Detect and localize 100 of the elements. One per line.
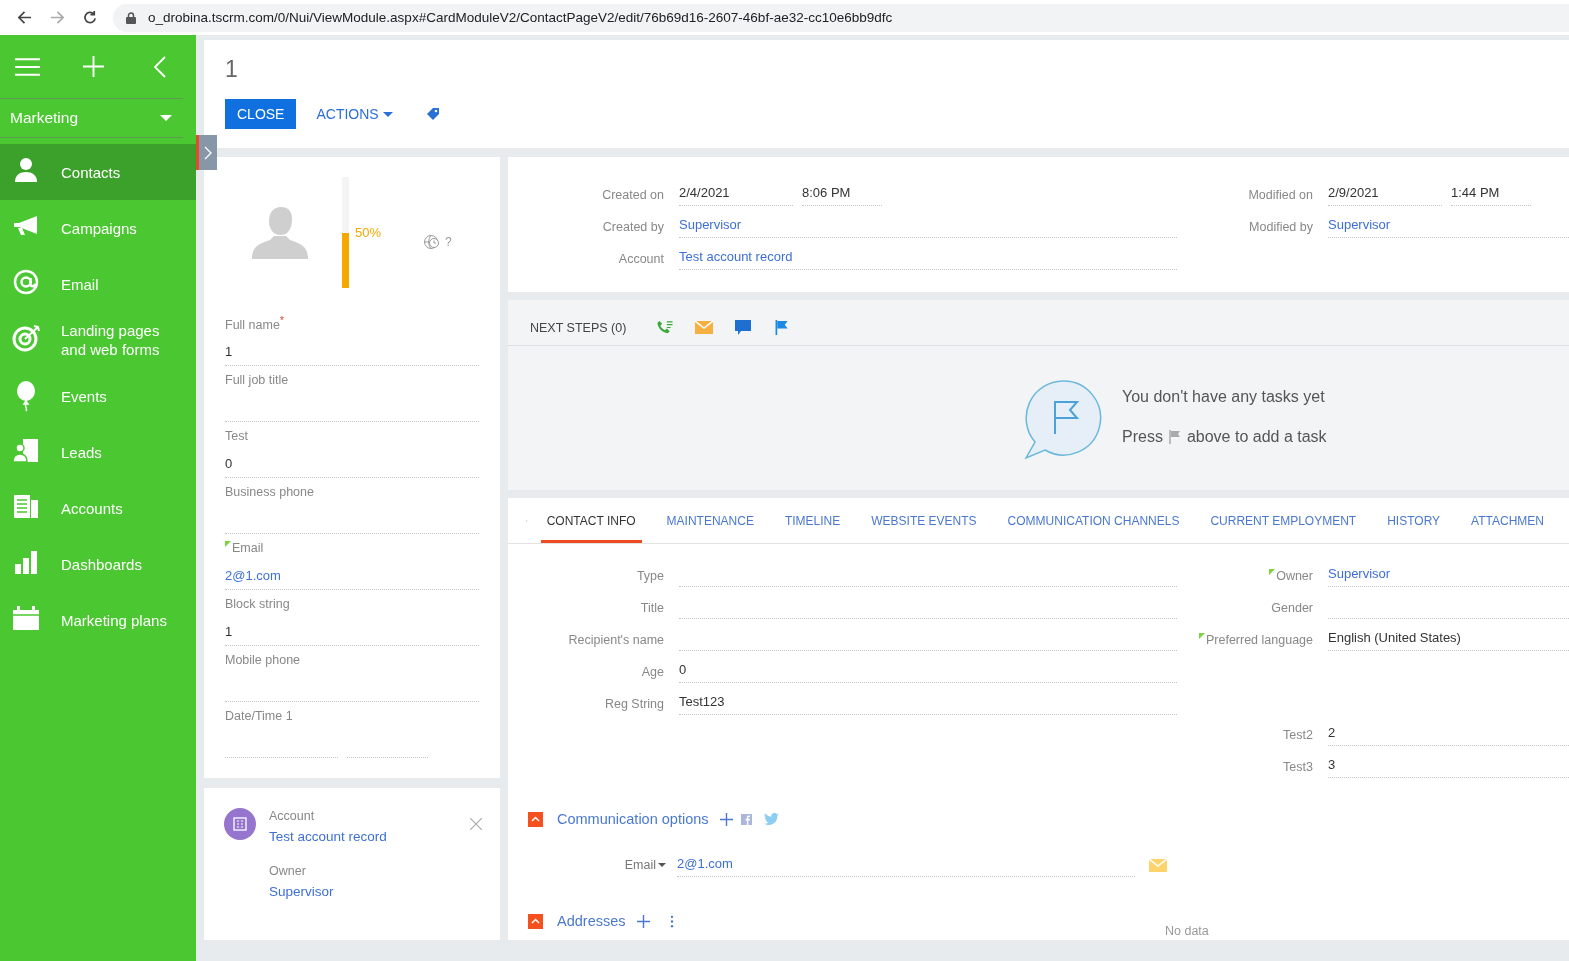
empty-message: No data [1165,924,1209,938]
field-label: Full job title [225,373,289,387]
tab[interactable]: MAINTENANCE [660,498,760,543]
email-type-dropdown[interactable]: Email [508,858,677,877]
chat-icon[interactable] [734,320,753,335]
collapse-icon[interactable] [528,811,543,827]
back-icon[interactable] [17,10,32,25]
field-label: Title [639,601,665,617]
next-steps-tab[interactable]: NEXT STEPS (0) [530,320,627,335]
hint-text: Press [1122,428,1163,446]
field-label: Test3 [1282,760,1314,776]
field-label: Reg String [603,697,665,713]
field-label: Recipient's name [567,633,665,649]
field-label: Created by [601,220,665,236]
changed-marker [1198,633,1205,639]
input-field[interactable]: 2@1.com [225,567,479,590]
tab[interactable]: HISTORY [1381,498,1447,543]
input-field[interactable]: 2@1.com [677,855,1135,877]
collapse-icon[interactable] [528,913,543,929]
changed-marker [1269,569,1276,575]
tab[interactable]: COMMUNICATION CHANNELS [1001,498,1186,543]
field-label: Modified on [1247,188,1314,204]
field-label: Owner [1177,569,1328,587]
field-label: Test2 [1282,728,1314,744]
field-label: Email [225,541,264,555]
close-button[interactable]: CLOSE [225,99,297,129]
envelope-icon[interactable] [1149,859,1167,872]
field-label: Created on [601,188,665,204]
plus-icon[interactable] [636,914,650,928]
input-field[interactable]: 1 [225,343,479,366]
flag-icon [1168,430,1181,444]
input-field[interactable]: 0 [679,661,1177,683]
input-field[interactable]: 2 [1328,724,1569,746]
flag-bubble-icon [1023,378,1103,460]
more-icon[interactable] [669,914,674,928]
timezone-text: ? [445,235,452,249]
globe-clock-icon[interactable] [424,234,440,250]
input-field[interactable]: 1 [225,623,479,646]
field-label: Owner [269,864,306,878]
field-label: Mobile phone [225,653,301,667]
date-field[interactable]: 2/4/2021 [679,184,793,206]
sidebar-item[interactable]: Contacts [0,144,196,200]
building-icon [224,808,256,840]
caret-icon [382,111,393,117]
field-label: Type [635,569,665,585]
input-field[interactable]: Supervisor [1328,565,1569,587]
tab[interactable]: TIMELINE [778,498,847,543]
chevron-left-icon[interactable] [154,55,166,78]
input-field[interactable]: Test account record [679,248,1177,270]
field-label: Age [640,665,665,681]
plus-icon[interactable] [719,812,733,826]
forward-icon[interactable] [50,10,65,25]
section-title[interactable]: Addresses [557,913,626,929]
actions-button[interactable]: ACTIONS [308,102,401,126]
account-link[interactable]: Test account record [269,829,387,844]
hint-text: above to add a task [1186,428,1327,446]
tab[interactable]: CONTACT INFO [540,498,642,543]
date-field[interactable]: 2/9/2021 [1328,184,1442,206]
caret-icon [658,863,666,867]
section-title[interactable]: Communication options [557,811,709,827]
input-field[interactable]: 0 [225,455,479,478]
panel-toggle[interactable] [196,135,217,170]
tab[interactable]: ATTACHMEN [1465,498,1550,543]
field-label: Business phone [225,485,314,499]
bird-icon[interactable] [763,813,779,825]
input-field[interactable]: Supervisor [1328,216,1569,238]
address-bar[interactable]: o_drobina.tscrm.com/0/Nui/ViewModule.aspx#CardModuleV2/ContactPageV2/edit/76b69d16-2607-46bf-ae32-cc10e6bb9dfc [113,3,1569,32]
field-label: Date/Time 1 [225,709,293,723]
field-label: Modified by [1248,220,1314,236]
reload-icon[interactable] [83,10,98,25]
time-field[interactable]: 8:06 PM [802,184,882,206]
changed-marker [225,541,231,547]
completeness-percent: 50% [355,225,382,240]
field-label: Full name$^{*}$ [225,315,284,333]
avatar-silhouette [252,207,308,259]
time-field[interactable]: 1:44 PM [1451,184,1531,206]
facebook-icon[interactable] [740,813,752,825]
input-field[interactable]: 3 [1328,756,1569,778]
input-field[interactable]: English (United States) [1328,629,1569,651]
field-label: Account [269,809,315,823]
tab[interactable]: CURRENT EMPLOYMENT [1204,498,1363,543]
lock-icon [126,11,136,24]
close-icon[interactable] [470,818,482,830]
field-label: Preferred language [1177,633,1328,651]
input-field[interactable]: Test123 [679,693,1177,715]
field-label: Test [225,429,248,443]
tab[interactable]: WEBSITE EVENTS [865,498,983,543]
input-field[interactable]: Supervisor [679,216,1177,238]
field-label: Account [617,252,665,268]
record-title: 1 [225,55,239,83]
field-label: Gender [1270,601,1314,617]
owner-link[interactable]: Supervisor [269,884,334,899]
field-label: Block string [225,597,290,611]
menu-icon[interactable] [15,56,40,77]
chevron-right-icon [204,145,212,160]
phone-icon[interactable] [656,320,675,335]
envelope-icon[interactable] [695,320,714,335]
url-text: o_drobina.tscrm.com/0/Nui/ViewModule.aspx#CardModuleV2/ContactPageV2/edit/76b69d16-2607-46bf-ae32-cc10e6bb9dfc [148,10,893,25]
empty-message: You don't have any tasks yet [1122,388,1326,406]
tag-icon[interactable] [425,107,440,121]
